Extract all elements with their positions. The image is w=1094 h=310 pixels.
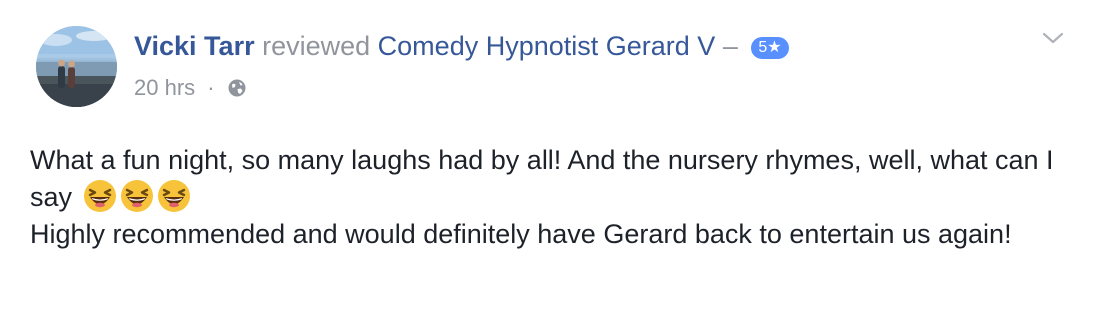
- header-dash: –: [722, 31, 738, 61]
- timestamp-link[interactable]: 20 hrs: [134, 75, 195, 100]
- avatar-photo: [36, 26, 117, 107]
- review-post: Vicki Tarr reviewed Comedy Hypnotist Ger…: [0, 0, 1094, 310]
- laughing-emoji-icon: [120, 180, 153, 212]
- page-name-link[interactable]: Comedy Hypnotist Gerard V: [378, 31, 716, 61]
- action-text: reviewed: [262, 31, 371, 61]
- post-meta: 20 hrs ·: [134, 73, 247, 103]
- review-body: What a fun night, so many laughs had by …: [30, 142, 1070, 253]
- laughing-emoji-icon: [157, 180, 190, 212]
- review-paragraph-1: What a fun night, so many laughs had by …: [30, 142, 1070, 216]
- laughing-emoji-icon: [83, 180, 116, 212]
- review-paragraph-2: Highly recommended and would definitely …: [30, 219, 1012, 249]
- author-name-link[interactable]: Vicki Tarr: [134, 31, 255, 61]
- emoji-group: [80, 180, 191, 212]
- meta-separator: ·: [207, 75, 215, 100]
- globe-icon[interactable]: [227, 78, 247, 98]
- chevron-down-icon[interactable]: [1040, 28, 1066, 48]
- post-header: Vicki Tarr reviewed Comedy Hypnotist Ger…: [134, 29, 789, 63]
- rating-badge[interactable]: 5★: [751, 37, 789, 59]
- author-avatar[interactable]: [36, 26, 117, 107]
